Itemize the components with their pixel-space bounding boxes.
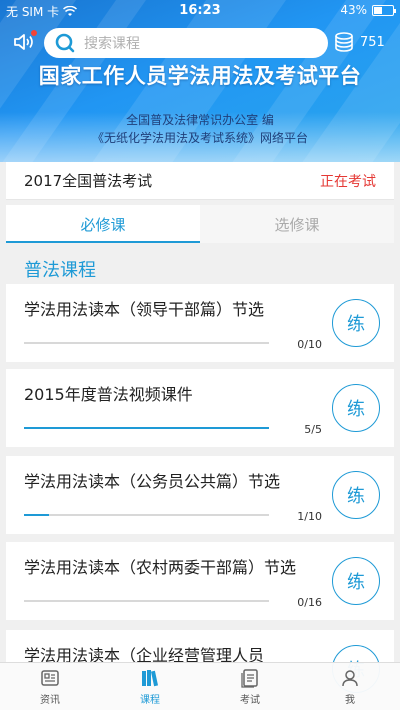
course-title: 学法用法读本（领导干部篇）节选: [24, 300, 265, 319]
progress-text: 0/16: [297, 596, 322, 609]
nav-courses-label: 课程: [140, 695, 160, 706]
exam-status: 正在考试: [320, 173, 376, 190]
progress-bar: [24, 514, 269, 516]
progress-bar: [24, 427, 269, 429]
nav-exam[interactable]: 考试: [200, 663, 300, 710]
nav-exam-label: 考试: [240, 695, 260, 706]
course-card[interactable]: 学法用法读本（农村两委干部篇）节选 0/16 练: [6, 542, 394, 620]
nav-courses[interactable]: 课程: [100, 663, 200, 710]
coin-count: 751: [360, 35, 385, 50]
practice-button[interactable]: 练: [332, 471, 380, 519]
nav-news[interactable]: 资讯: [0, 663, 100, 710]
exam-icon: [241, 669, 258, 688]
course-card[interactable]: 学法用法读本（公务员公共篇）节选 1/10 练: [6, 456, 394, 534]
nav-news-label: 资讯: [40, 695, 60, 706]
exam-banner[interactable]: 2017全国普法考试 正在考试: [6, 162, 394, 200]
progress-bar: [24, 342, 269, 344]
nav-me[interactable]: 我: [300, 663, 400, 710]
news-icon: [41, 670, 59, 686]
notification-dot: [31, 30, 37, 36]
course-card[interactable]: 2015年度普法视频课件 5/5 练: [6, 369, 394, 447]
books-icon: [142, 670, 159, 687]
tab-elective[interactable]: 选修课: [200, 205, 394, 243]
page-title: 国家工作人员学法用法及考试平台: [38, 64, 362, 88]
course-title: 学法用法读本（农村两委干部篇）节选: [24, 558, 297, 577]
platform-line: 《无纸化学法用法及考试系统》网络平台: [91, 131, 308, 145]
nav-me-label: 我: [345, 695, 355, 706]
practice-button[interactable]: 练: [332, 557, 380, 605]
search-icon: [55, 33, 75, 53]
exam-title: 2017全国普法考试: [24, 172, 153, 190]
search-input[interactable]: 搜索课程: [44, 28, 328, 58]
tab-required[interactable]: 必修课: [6, 205, 200, 243]
progress-bar: [24, 600, 269, 602]
practice-button[interactable]: 练: [332, 299, 380, 347]
coins-icon[interactable]: [333, 31, 355, 53]
course-tabs: 必修课 选修课: [6, 205, 394, 243]
battery-percent: 43%: [340, 3, 367, 17]
course-title: 2015年度普法视频课件: [24, 385, 193, 404]
progress-text: 0/10: [297, 338, 322, 351]
section-title: 普法课程: [24, 260, 96, 281]
search-placeholder: 搜索课程: [84, 36, 140, 52]
progress-text: 1/10: [297, 510, 322, 523]
person-icon: [342, 670, 358, 687]
progress-text: 5/5: [304, 423, 322, 436]
publisher-line: 全国普及法律常识办公室 编: [126, 113, 274, 127]
practice-button[interactable]: 练: [332, 384, 380, 432]
bottom-nav: 资讯 课程 考试 我: [0, 662, 400, 710]
battery-icon: [372, 4, 396, 16]
course-card[interactable]: 学法用法读本（领导干部篇）节选 0/10 练: [6, 284, 394, 362]
status-bar: 无 SIM 卡 16:23 43%: [0, 0, 400, 22]
course-title: 学法用法读本（公务员公共篇）节选: [24, 472, 281, 491]
